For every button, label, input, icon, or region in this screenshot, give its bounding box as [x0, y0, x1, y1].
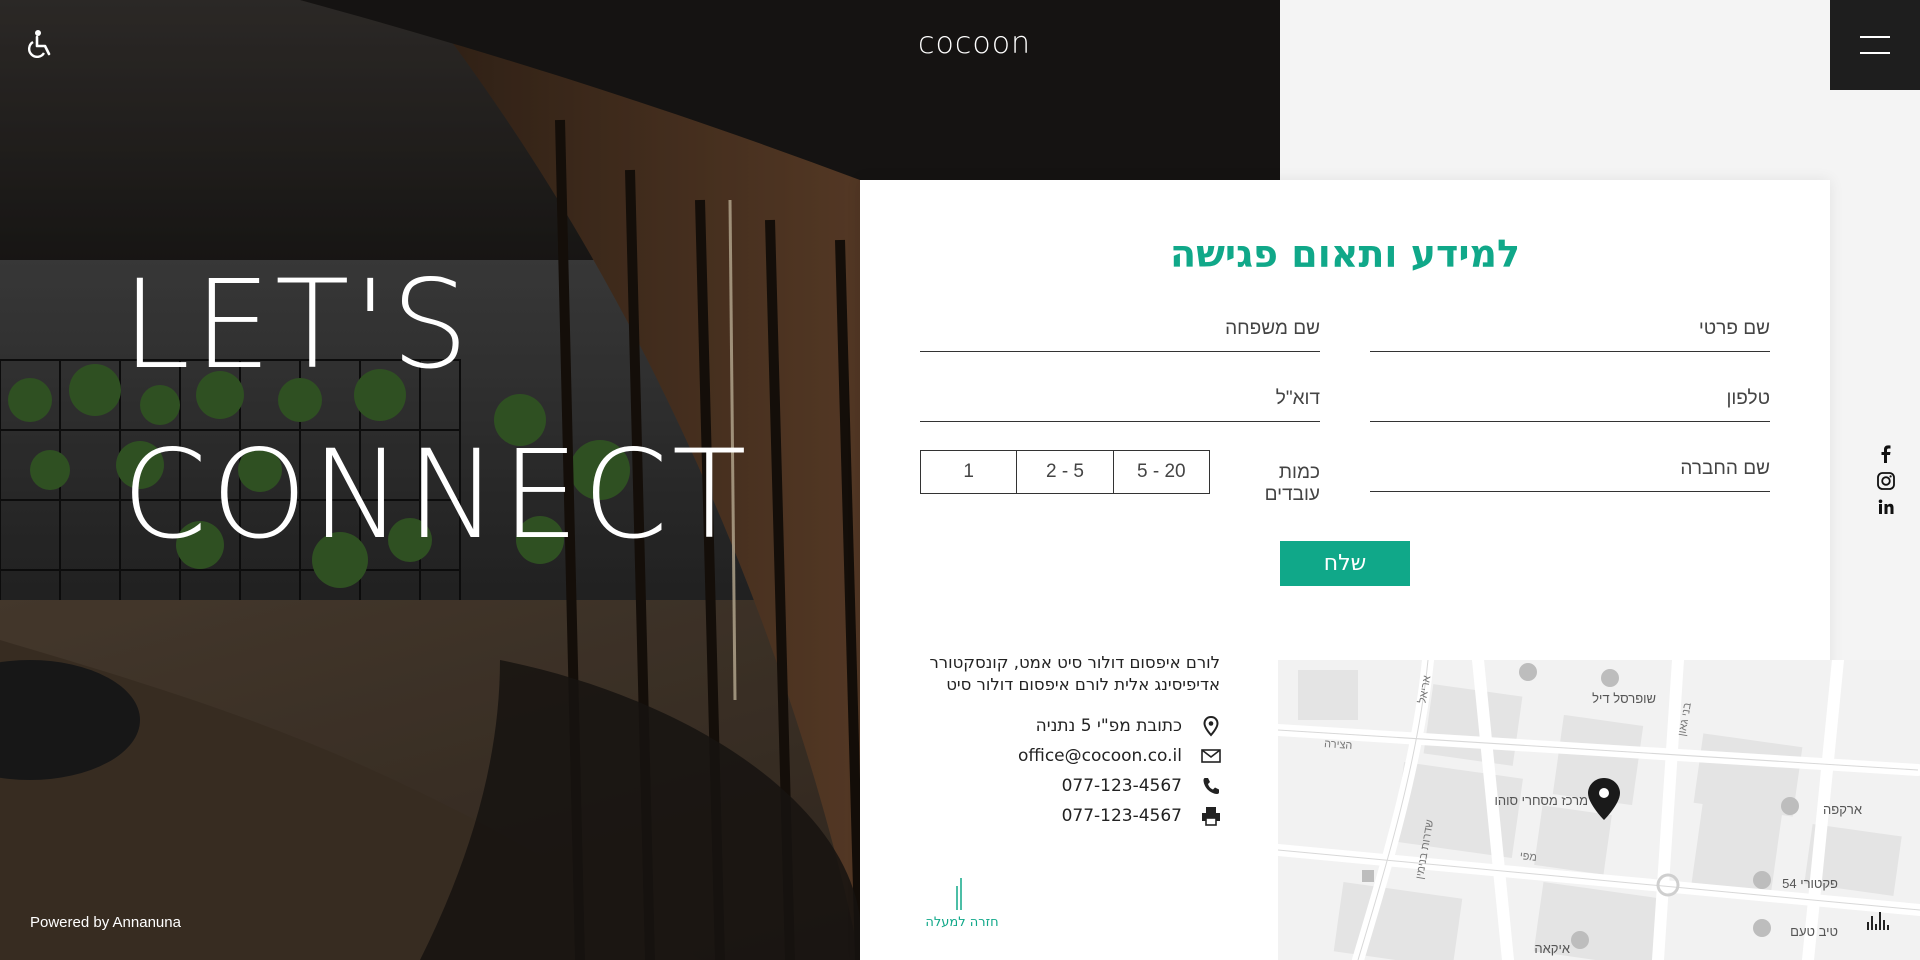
email-input[interactable]: [920, 376, 1320, 421]
employees-option-5-20[interactable]: 5 - 20: [1112, 451, 1209, 493]
back-to-top-button[interactable]: חזרה למעלה: [922, 878, 1002, 934]
last-name-input[interactable]: [920, 306, 1320, 351]
back-to-top-label[interactable]: חזרה למעלה: [922, 915, 1002, 930]
employees-option-2-5[interactable]: 2 - 5: [1016, 451, 1112, 493]
address-row: כתובת מפ"י 5 נתניה: [960, 714, 1222, 740]
headline-line-2: CONNECT: [122, 424, 751, 566]
cocoon-logo[interactable]: cocoon: [918, 26, 1030, 62]
facebook-link[interactable]: [1876, 444, 1896, 464]
employees-selector: 1 2 - 5 5 - 20: [920, 450, 1210, 494]
employees-option-1[interactable]: 1: [921, 451, 1016, 493]
audio-bars-icon: [1867, 912, 1889, 930]
fax-text: 077-123-4567: [1061, 806, 1182, 826]
linkedin-icon: [1878, 499, 1894, 514]
map-label-mall: מרכז מסחרי סוהו: [1495, 793, 1588, 808]
location-pin-icon: [1203, 715, 1219, 737]
map-label-hatzira: הצירה: [1324, 738, 1353, 752]
phone-row[interactable]: 077-123-4567: [960, 774, 1222, 800]
map-label-factory: פקטורי 54: [1782, 876, 1838, 891]
facebook-icon: [1881, 445, 1891, 463]
instagram-icon: [1877, 472, 1895, 490]
company-input[interactable]: [1370, 446, 1770, 491]
hamburger-menu-icon: [1860, 36, 1890, 54]
phone-icon: [1203, 778, 1219, 794]
first-name-input[interactable]: [1370, 306, 1770, 351]
first-name-field[interactable]: [1370, 306, 1770, 352]
headline-line-1: LET'S: [122, 254, 473, 396]
email-text[interactable]: office@cocoon.co.il: [1018, 746, 1182, 766]
equalizer-icon[interactable]: [1866, 910, 1890, 932]
instagram-link[interactable]: [1876, 471, 1896, 491]
accessibility-icon: [28, 30, 51, 58]
fax-printer-icon: [1202, 807, 1220, 826]
menu-button[interactable]: [1830, 0, 1920, 90]
last-name-field[interactable]: [920, 306, 1320, 352]
phone-input[interactable]: [1370, 376, 1770, 421]
accessibility-button[interactable]: [26, 28, 54, 58]
powered-by-link[interactable]: Powered by Annanuna: [30, 914, 181, 931]
employees-label: כמות עובדים: [1264, 462, 1320, 505]
address-text: כתובת מפ"י 5 נתניה: [1035, 716, 1182, 736]
hero-headline: LET'S CONNECT: [122, 240, 751, 580]
map-canvas: שופרסל דיל מרכז מסחרי סוהו ארקפה פקטורי …: [1278, 660, 1920, 960]
form-title: למידע ותאום פגישה: [1169, 232, 1521, 276]
company-field[interactable]: [1370, 446, 1770, 492]
phone-field[interactable]: [1370, 376, 1770, 422]
envelope-icon: [1201, 749, 1221, 763]
map-label-supersal: שופרסל דיל: [1592, 691, 1656, 706]
email-row[interactable]: office@cocoon.co.il: [960, 744, 1222, 770]
map-label-ikea: איקאה: [1534, 941, 1570, 956]
map-label-mafi: מפי: [1519, 850, 1537, 864]
linkedin-link[interactable]: [1876, 497, 1896, 517]
phone-text[interactable]: 077-123-4567: [1062, 776, 1182, 796]
about-text: לורם איפסום דולור סיט אמט, קונסקטורר אדי…: [929, 653, 1220, 694]
fax-row: 077-123-4567: [960, 804, 1222, 830]
back-to-top-lines-icon: [956, 878, 962, 910]
submit-button[interactable]: שלח: [1280, 541, 1410, 586]
map-label-arcafe: ארקפה: [1823, 802, 1862, 817]
email-field[interactable]: [920, 376, 1320, 422]
location-map[interactable]: שופרסל דיל מרכז מסחרי סוהו ארקפה פקטורי …: [1278, 660, 1920, 960]
map-label-tivtaam: טיב טעם: [1790, 924, 1838, 939]
